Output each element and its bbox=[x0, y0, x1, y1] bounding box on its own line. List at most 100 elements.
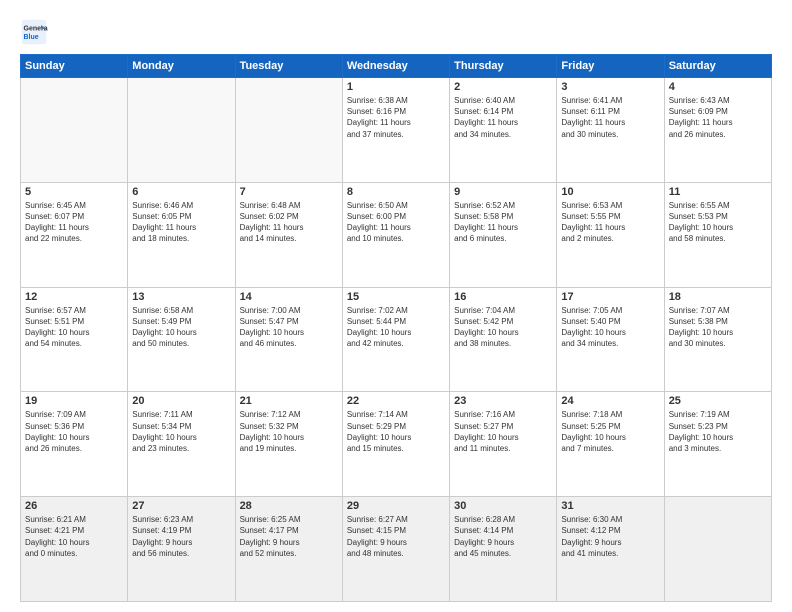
day-number: 31 bbox=[561, 500, 659, 512]
day-info: Sunrise: 7:04 AM Sunset: 5:42 PM Dayligh… bbox=[454, 305, 552, 350]
day-info: Sunrise: 6:55 AM Sunset: 5:53 PM Dayligh… bbox=[669, 200, 767, 245]
calendar-cell: 8Sunrise: 6:50 AM Sunset: 6:00 PM Daylig… bbox=[342, 182, 449, 287]
calendar-cell: 21 Sunrise: 7:12 AM Sunset: 5:32 PM Dayli… bbox=[235, 392, 342, 497]
calendar-header-row: SundayMondayTuesdayWednesdayThursdayFrid… bbox=[21, 55, 772, 78]
day-number: 11 bbox=[669, 186, 767, 198]
calendar-cell: 7Sunrise: 6:48 AM Sunset: 6:02 PM Daylig… bbox=[235, 182, 342, 287]
day-number: 28 bbox=[240, 500, 338, 512]
day-number: 22 bbox=[347, 395, 445, 407]
calendar-cell: 12Sunrise: 6:57 AM Sunset: 5:51 PM Dayli… bbox=[21, 287, 128, 392]
day-info: Sunrise: 6:38 AM Sunset: 6:16 PM Dayligh… bbox=[347, 95, 445, 140]
calendar-table: SundayMondayTuesdayWednesdayThursdayFrid… bbox=[20, 54, 772, 602]
day-info: Sunrise: 6:41 AM Sunset: 6:11 PM Dayligh… bbox=[561, 95, 659, 140]
day-number: 25 bbox=[669, 395, 767, 407]
calendar-cell: 15Sunrise: 7:02 AM Sunset: 5:44 PM Dayli… bbox=[342, 287, 449, 392]
day-info: Sunrise: 7:19 AM Sunset: 5:23 PM Dayligh… bbox=[669, 409, 767, 454]
day-number: 21 bbox=[240, 395, 338, 407]
calendar-cell: 19 Sunrise: 7:09 AM Sunset: 5:36 PM Dayli… bbox=[21, 392, 128, 497]
day-info: Sunrise: 7:14 AM Sunset: 5:29 PM Dayligh… bbox=[347, 409, 445, 454]
day-number: 9 bbox=[454, 186, 552, 198]
calendar-cell: 31 Sunrise: 6:30 AM Sunset: 4:12 PM Dayli… bbox=[557, 497, 664, 602]
day-info: Sunrise: 6:23 AM Sunset: 4:19 PM Dayligh… bbox=[132, 514, 230, 559]
day-info: Sunrise: 7:07 AM Sunset: 5:38 PM Dayligh… bbox=[669, 305, 767, 350]
day-info: Sunrise: 6:46 AM Sunset: 6:05 PM Dayligh… bbox=[132, 200, 230, 245]
calendar-cell: 25 Sunrise: 7:19 AM Sunset: 5:23 PM Dayli… bbox=[664, 392, 771, 497]
calendar-cell: 2Sunrise: 6:40 AM Sunset: 6:14 PM Daylig… bbox=[450, 78, 557, 183]
calendar-cell: 17Sunrise: 7:05 AM Sunset: 5:40 PM Dayli… bbox=[557, 287, 664, 392]
day-info: Sunrise: 7:09 AM Sunset: 5:36 PM Dayligh… bbox=[25, 409, 123, 454]
calendar-cell: 10 Sunrise: 6:53 AM Sunset: 5:55 PM Dayli… bbox=[557, 182, 664, 287]
calendar-cell bbox=[21, 78, 128, 183]
day-number: 16 bbox=[454, 291, 552, 303]
day-number: 23 bbox=[454, 395, 552, 407]
col-header-sunday: Sunday bbox=[21, 55, 128, 78]
calendar-cell: 1 Sunrise: 6:38 AM Sunset: 6:16 PM Daylig… bbox=[342, 78, 449, 183]
calendar-cell: 20 Sunrise: 7:11 AM Sunset: 5:34 PM Dayli… bbox=[128, 392, 235, 497]
day-info: Sunrise: 6:57 AM Sunset: 5:51 PM Dayligh… bbox=[25, 305, 123, 350]
calendar-cell: 26Sunrise: 6:21 AM Sunset: 4:21 PM Dayli… bbox=[21, 497, 128, 602]
day-number: 18 bbox=[669, 291, 767, 303]
calendar-cell: 23 Sunrise: 7:16 AM Sunset: 5:27 PM Dayli… bbox=[450, 392, 557, 497]
day-info: Sunrise: 6:43 AM Sunset: 6:09 PM Dayligh… bbox=[669, 95, 767, 140]
day-number: 19 bbox=[25, 395, 123, 407]
calendar-cell: 18 Sunrise: 7:07 AM Sunset: 5:38 PM Dayli… bbox=[664, 287, 771, 392]
day-number: 30 bbox=[454, 500, 552, 512]
day-info: Sunrise: 6:30 AM Sunset: 4:12 PM Dayligh… bbox=[561, 514, 659, 559]
calendar-cell: 6 Sunrise: 6:46 AM Sunset: 6:05 PM Daylig… bbox=[128, 182, 235, 287]
calendar-cell: 16 Sunrise: 7:04 AM Sunset: 5:42 PM Dayli… bbox=[450, 287, 557, 392]
calendar-cell: 3 Sunrise: 6:41 AM Sunset: 6:11 PM Daylig… bbox=[557, 78, 664, 183]
day-number: 6 bbox=[132, 186, 230, 198]
day-info: Sunrise: 6:58 AM Sunset: 5:49 PM Dayligh… bbox=[132, 305, 230, 350]
day-number: 10 bbox=[561, 186, 659, 198]
day-info: Sunrise: 7:11 AM Sunset: 5:34 PM Dayligh… bbox=[132, 409, 230, 454]
col-header-tuesday: Tuesday bbox=[235, 55, 342, 78]
day-info: Sunrise: 7:18 AM Sunset: 5:25 PM Dayligh… bbox=[561, 409, 659, 454]
day-info: Sunrise: 7:00 AM Sunset: 5:47 PM Dayligh… bbox=[240, 305, 338, 350]
day-number: 3 bbox=[561, 81, 659, 93]
day-number: 14 bbox=[240, 291, 338, 303]
calendar-cell: 13 Sunrise: 6:58 AM Sunset: 5:49 PM Dayli… bbox=[128, 287, 235, 392]
day-info: Sunrise: 6:27 AM Sunset: 4:15 PM Dayligh… bbox=[347, 514, 445, 559]
calendar-cell bbox=[664, 497, 771, 602]
calendar-week-row: 26Sunrise: 6:21 AM Sunset: 4:21 PM Dayli… bbox=[21, 497, 772, 602]
page: General Blue SundayMondayTuesdayWednesda… bbox=[0, 0, 792, 612]
day-info: Sunrise: 6:28 AM Sunset: 4:14 PM Dayligh… bbox=[454, 514, 552, 559]
day-number: 8 bbox=[347, 186, 445, 198]
day-number: 20 bbox=[132, 395, 230, 407]
day-number: 24 bbox=[561, 395, 659, 407]
day-number: 27 bbox=[132, 500, 230, 512]
day-number: 13 bbox=[132, 291, 230, 303]
day-info: Sunrise: 6:48 AM Sunset: 6:02 PM Dayligh… bbox=[240, 200, 338, 245]
day-number: 5 bbox=[25, 186, 123, 198]
day-info: Sunrise: 7:02 AM Sunset: 5:44 PM Dayligh… bbox=[347, 305, 445, 350]
day-number: 26 bbox=[25, 500, 123, 512]
col-header-wednesday: Wednesday bbox=[342, 55, 449, 78]
calendar-cell: 30 Sunrise: 6:28 AM Sunset: 4:14 PM Dayli… bbox=[450, 497, 557, 602]
day-info: Sunrise: 7:16 AM Sunset: 5:27 PM Dayligh… bbox=[454, 409, 552, 454]
calendar-cell: 4Sunrise: 6:43 AM Sunset: 6:09 PM Daylig… bbox=[664, 78, 771, 183]
calendar-week-row: 5Sunrise: 6:45 AM Sunset: 6:07 PM Daylig… bbox=[21, 182, 772, 287]
col-header-friday: Friday bbox=[557, 55, 664, 78]
day-info: Sunrise: 6:52 AM Sunset: 5:58 PM Dayligh… bbox=[454, 200, 552, 245]
col-header-thursday: Thursday bbox=[450, 55, 557, 78]
day-number: 29 bbox=[347, 500, 445, 512]
col-header-saturday: Saturday bbox=[664, 55, 771, 78]
calendar-cell: 22 Sunrise: 7:14 AM Sunset: 5:29 PM Dayli… bbox=[342, 392, 449, 497]
logo: General Blue bbox=[20, 18, 52, 46]
calendar-cell: 27 Sunrise: 6:23 AM Sunset: 4:19 PM Dayli… bbox=[128, 497, 235, 602]
calendar-cell: 11 Sunrise: 6:55 AM Sunset: 5:53 PM Dayli… bbox=[664, 182, 771, 287]
header: General Blue bbox=[20, 18, 772, 46]
calendar-week-row: 1 Sunrise: 6:38 AM Sunset: 6:16 PM Daylig… bbox=[21, 78, 772, 183]
calendar-week-row: 19 Sunrise: 7:09 AM Sunset: 5:36 PM Dayli… bbox=[21, 392, 772, 497]
calendar-cell: 24 Sunrise: 7:18 AM Sunset: 5:25 PM Dayli… bbox=[557, 392, 664, 497]
calendar-week-row: 12Sunrise: 6:57 AM Sunset: 5:51 PM Dayli… bbox=[21, 287, 772, 392]
day-number: 2 bbox=[454, 81, 552, 93]
day-info: Sunrise: 7:12 AM Sunset: 5:32 PM Dayligh… bbox=[240, 409, 338, 454]
day-info: Sunrise: 6:53 AM Sunset: 5:55 PM Dayligh… bbox=[561, 200, 659, 245]
calendar-cell bbox=[128, 78, 235, 183]
calendar-cell: 5Sunrise: 6:45 AM Sunset: 6:07 PM Daylig… bbox=[21, 182, 128, 287]
calendar-cell: 9 Sunrise: 6:52 AM Sunset: 5:58 PM Daylig… bbox=[450, 182, 557, 287]
day-number: 1 bbox=[347, 81, 445, 93]
calendar-cell: 28Sunrise: 6:25 AM Sunset: 4:17 PM Dayli… bbox=[235, 497, 342, 602]
calendar-cell: 29 Sunrise: 6:27 AM Sunset: 4:15 PM Dayli… bbox=[342, 497, 449, 602]
